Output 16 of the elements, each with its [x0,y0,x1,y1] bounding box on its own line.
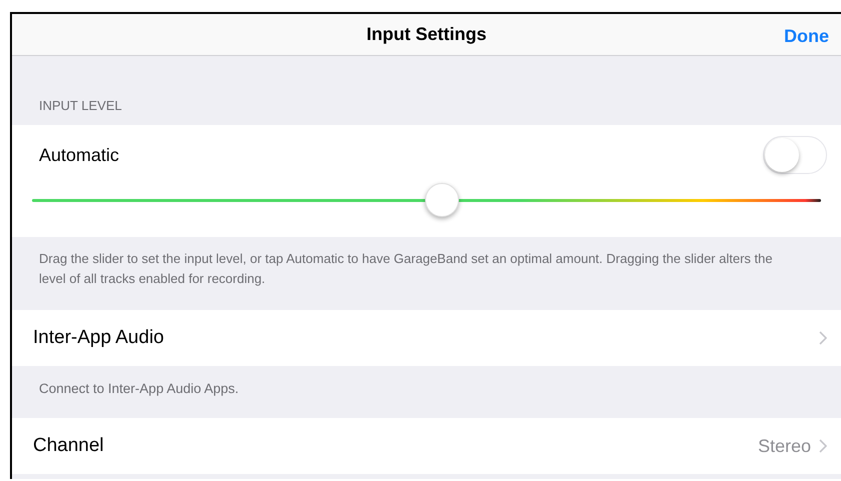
section-footer: Drag the slider to set the input level, or tap Automatic to have GarageBand set an optimal amount. Dragging the slider alters the level of all tracks enabled for recording. [39,249,799,289]
nav-title: Input Settings [366,23,486,46]
row-label: Channel [33,434,104,458]
chevron-icon [819,439,827,453]
automatic-label: Automatic [39,144,120,166]
chevron-icon [819,331,827,345]
level-slider[interactable] [32,185,821,215]
section-header: INPUT LEVEL [39,96,122,114]
slider-thumb[interactable] [425,183,460,217]
row-value: Stereo [758,434,811,458]
settings-row[interactable]: Channel Stereo [12,418,841,474]
toggle-switch[interactable] [763,136,827,174]
section-footer: Connect to Inter-App Audio Apps. [39,381,239,396]
settings-row[interactable]: Inter-App Audio [12,310,841,366]
row-label: Inter-App Audio [33,326,164,350]
done-button[interactable]: Done [784,23,829,50]
